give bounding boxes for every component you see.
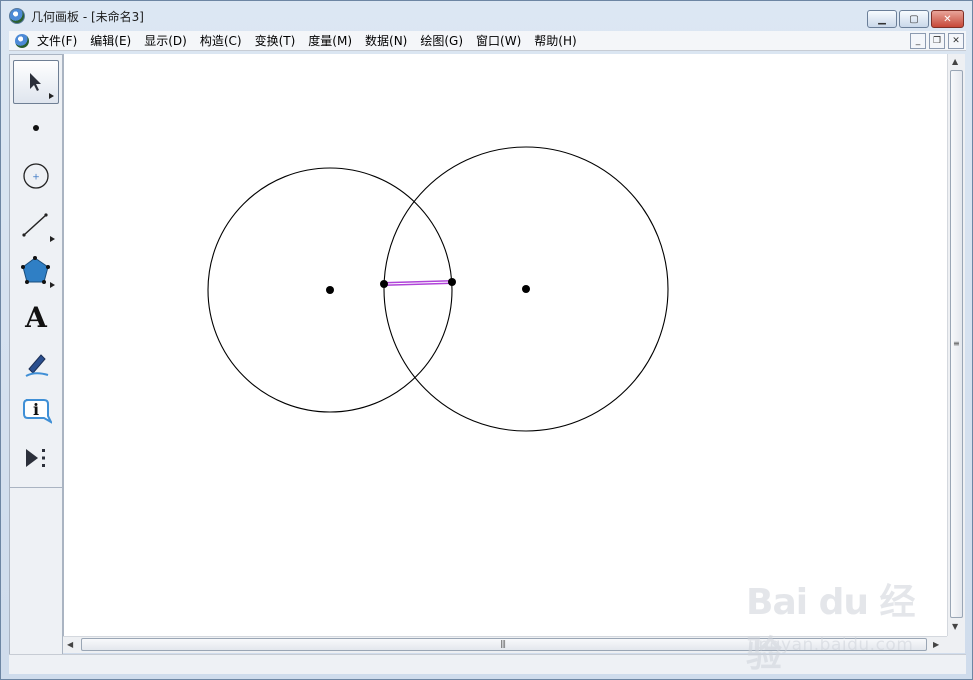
menu-window[interactable]: 窗口(W) (476, 32, 521, 49)
center-point-left[interactable] (326, 286, 334, 294)
menu-construct[interactable]: 构造(C) (200, 32, 242, 49)
menu-transform[interactable]: 变换(T) (255, 32, 296, 49)
document-icon[interactable] (15, 33, 29, 48)
window-title: 几何画板 - [未命名3] (31, 9, 144, 24)
info-icon: i (23, 399, 52, 424)
vertical-scrollbar[interactable]: ▲ ≡ ▼ (947, 54, 965, 636)
circle-icon: + (23, 163, 49, 189)
scroll-corner (947, 636, 965, 653)
baidu-jingyan-watermark: Bai du 经验 jingyan.baidu.com (746, 573, 946, 675)
point-tool[interactable] (13, 106, 59, 150)
vertical-grip: ≡ (953, 339, 960, 348)
marker-tool[interactable] (13, 342, 59, 386)
polygon-icon (21, 256, 50, 284)
sketch-canvas[interactable] (63, 54, 947, 636)
information-tool[interactable]: i (13, 389, 59, 433)
menu-data[interactable]: 数据(N) (365, 32, 407, 49)
intersection-point-upper-left[interactable] (380, 280, 388, 288)
arrow-icon (30, 73, 41, 91)
segment-icon (22, 213, 48, 237)
menu-graph[interactable]: 绘图(G) (420, 32, 463, 49)
menu-measure[interactable]: 度量(M) (308, 32, 352, 49)
svg-text:i: i (33, 400, 39, 419)
horizontal-grip: ||| (500, 639, 506, 648)
window-controls: ▁ ▢ ✕ (867, 10, 964, 28)
toolbox-empty-area (9, 488, 63, 654)
title-bar: 几何画板 - [未命名3] ▁ ▢ ✕ (1, 1, 972, 31)
straightedge-tool[interactable] (13, 202, 59, 246)
point-icon (33, 125, 39, 131)
menu-display[interactable]: 显示(D) (144, 32, 187, 49)
menu-bar: 文件(F) 编辑(E) 显示(D) 构造(C) 变换(T) 度量(M) 数据(N… (9, 31, 966, 51)
close-button[interactable]: ✕ (931, 10, 964, 28)
doc-minimize-button[interactable]: _ (910, 33, 926, 49)
toolbox: + A i (9, 54, 63, 488)
svg-text:+: + (32, 173, 40, 183)
center-point-right[interactable] (522, 285, 530, 293)
watermark-url: jingyan.baidu.com (748, 635, 914, 655)
polygon-tool[interactable] (13, 248, 59, 292)
doc-close-button[interactable]: ✕ (948, 33, 964, 49)
sketch-drawing (207, 146, 669, 432)
custom-tool-icon (26, 449, 45, 467)
geometers-sketchpad-icon[interactable] (9, 8, 25, 24)
minimize-button[interactable]: ▁ (867, 10, 897, 28)
text-A-icon: A (25, 300, 47, 334)
menu-edit[interactable]: 编辑(E) (90, 32, 131, 49)
custom-tool[interactable] (13, 436, 59, 480)
compass-tool[interactable]: + (13, 154, 59, 198)
text-tool[interactable]: A (13, 295, 59, 339)
tool-submenu-indicator (50, 236, 55, 242)
arrow-select-tool[interactable] (13, 60, 59, 104)
menu-help[interactable]: 帮助(H) (534, 32, 576, 49)
scroll-left-arrow[interactable]: ◀ (67, 640, 73, 649)
tool-submenu-indicator (49, 93, 54, 99)
vertical-scroll-thumb[interactable]: ≡ (950, 70, 963, 618)
menu-file[interactable]: 文件(F) (37, 32, 77, 49)
marker-icon (25, 354, 49, 377)
intersection-point-upper-right[interactable] (448, 278, 456, 286)
tool-submenu-indicator (50, 282, 55, 288)
scroll-down-arrow[interactable]: ▼ (952, 622, 958, 631)
watermark-logo: Bai du 经验 (746, 582, 916, 675)
scroll-up-arrow[interactable]: ▲ (952, 57, 958, 66)
document-window-controls: _ ❐ ✕ (910, 33, 964, 49)
app-window: 几何画板 - [未命名3] ▁ ▢ ✕ 文件(F) 编辑(E) 显示(D) 构造… (0, 0, 973, 680)
doc-restore-button[interactable]: ❐ (929, 33, 945, 49)
maximize-button[interactable]: ▢ (899, 10, 929, 28)
